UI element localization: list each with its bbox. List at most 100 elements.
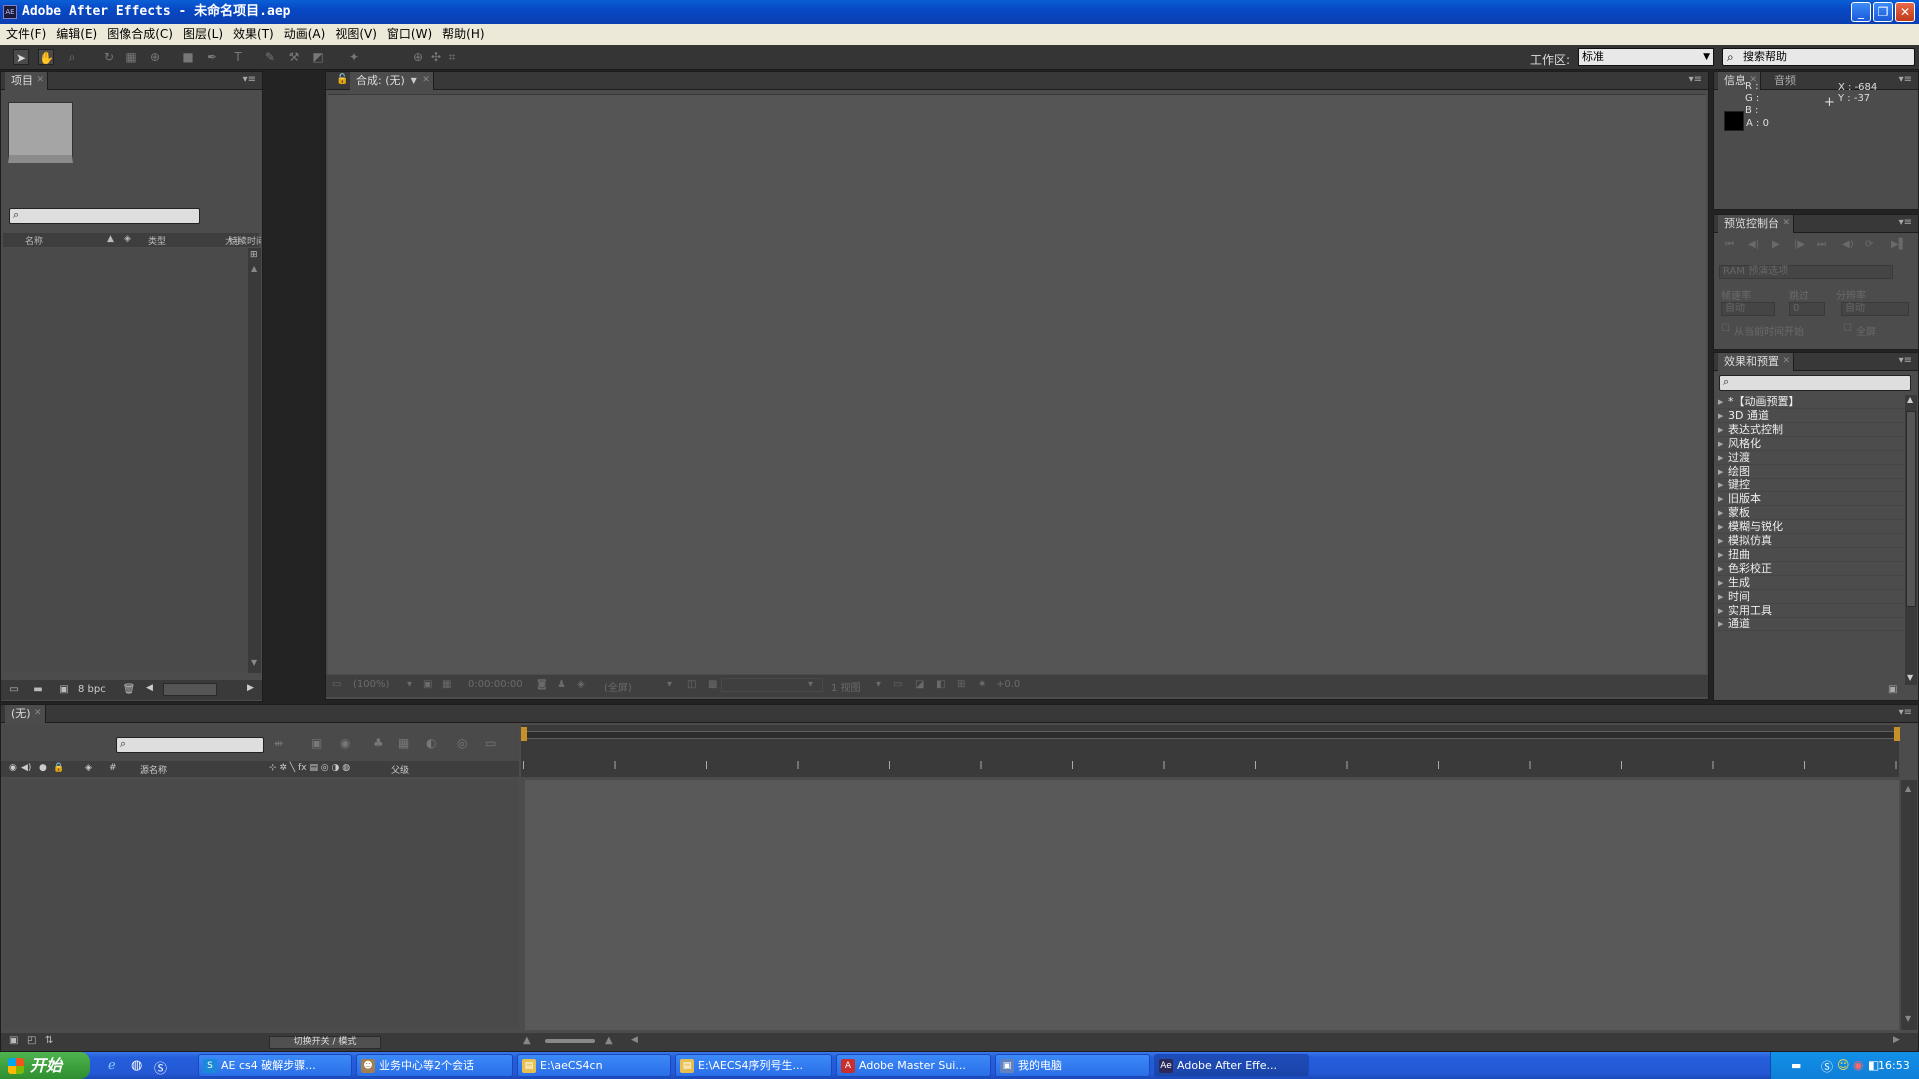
chevron-down-icon[interactable]: ▾ [667, 679, 672, 690]
loop-icon[interactable]: ⟳ [1865, 239, 1873, 250]
effects-category-item[interactable]: 色彩校正 [1716, 562, 1904, 576]
live-update-icon[interactable]: ▣ [311, 736, 322, 750]
exposure-icon[interactable]: ✷ [978, 679, 986, 690]
panel-menu-icon[interactable]: ▾≡ [1899, 74, 1912, 85]
column-source-name[interactable]: 源名称 [140, 763, 167, 776]
region-of-interest-icon[interactable]: ◫ [687, 679, 696, 690]
panel-menu-icon[interactable]: ▾≡ [1689, 74, 1702, 85]
effects-category-item[interactable]: 时间 [1716, 590, 1904, 604]
flowchart-icon[interactable]: ⊞ [250, 250, 258, 260]
effects-category-item[interactable]: 表达式控制 [1716, 423, 1904, 437]
view-axis-icon[interactable]: ⌗ [444, 49, 460, 65]
scroll-up-icon[interactable]: ▲ [1907, 395, 1913, 404]
axis-mode-icon[interactable]: ⊕ [410, 49, 426, 65]
effects-category-item[interactable]: 通道 [1716, 617, 1904, 632]
new-folder-icon[interactable]: ▬ [31, 683, 45, 696]
lock-icon[interactable]: 🔒 [53, 763, 64, 773]
scroll-down-icon[interactable]: ▼ [1905, 1014, 1911, 1023]
tab-preview[interactable]: 预览控制台 ✕ [1718, 215, 1794, 233]
taskbar-window-button[interactable]: ▤ E:\aeCS4cn [517, 1054, 671, 1077]
effects-category-item[interactable]: 扭曲 [1716, 548, 1904, 562]
label-tag-icon[interactable]: ◈ [85, 763, 92, 773]
full-screen-checkbox[interactable]: ☐ [1843, 323, 1852, 334]
clone-stamp-tool-icon[interactable]: ⚒ [286, 49, 302, 65]
close-icon[interactable]: ✕ [1782, 215, 1790, 232]
skip-dropdown[interactable]: 0 [1789, 302, 1825, 316]
first-frame-icon[interactable]: ⏮ [1725, 239, 1734, 250]
last-frame-icon[interactable]: ⏭ [1817, 239, 1826, 250]
layer-switches-icon[interactable]: ▣ [9, 1035, 18, 1046]
eraser-tool-icon[interactable]: ◩ [310, 49, 326, 65]
previous-frame-icon[interactable]: ◀| [1748, 239, 1759, 250]
show-snapshot-icon[interactable]: ♟ [557, 679, 566, 690]
composition-viewer[interactable] [328, 94, 1706, 674]
frame-blending-icon[interactable]: ▦ [398, 736, 409, 750]
effects-category-item[interactable]: 模拟仿真 [1716, 534, 1904, 548]
zoom-in-icon[interactable]: ▲ [605, 1035, 613, 1046]
snapshot-camera-icon[interactable]: ◙ [537, 679, 547, 690]
view-layout-value[interactable]: 1 视图 [831, 679, 861, 694]
resolution-dropdown[interactable]: 自动 [1841, 302, 1909, 316]
zoom-tool-icon[interactable]: ⌕ [64, 49, 80, 65]
menu-layer[interactable]: 图层(L) [181, 24, 231, 45]
text-tool-icon[interactable]: T [230, 49, 246, 65]
scroll-right-icon[interactable]: ▶ [1893, 1035, 1900, 1045]
timeline-scrollbar[interactable]: ▲ ▼ [1901, 780, 1917, 1030]
fast-previews-icon[interactable]: ◪ [915, 679, 924, 690]
resolution-value[interactable]: (全屏) [604, 679, 632, 694]
help-search-input[interactable]: ⌕ 搜索帮助 [1722, 48, 1915, 66]
flowchart-icon[interactable]: ⊞ [957, 679, 965, 690]
hand-tool-icon[interactable]: ✋ [38, 49, 54, 65]
effects-search-input[interactable] [1719, 375, 1911, 391]
chevron-down-icon[interactable]: ▾ [407, 679, 412, 690]
project-scrollbar[interactable]: ⊞ ▲ ▼ [248, 248, 261, 673]
restore-button[interactable]: ❐ [1873, 2, 1893, 22]
zoom-out-icon[interactable]: ▲ [523, 1035, 531, 1046]
close-button[interactable]: ✕ [1895, 2, 1915, 22]
switches-icons[interactable]: ⊹ ✲ ╲ fx ▤ ◎ ◑ ◍ [269, 763, 350, 773]
lock-icon[interactable]: 🔓 [336, 74, 348, 85]
effects-category-item[interactable]: 旧版本 [1716, 492, 1904, 507]
effects-category-item[interactable]: 过渡 [1716, 451, 1904, 465]
menu-help[interactable]: 帮助(H) [440, 24, 492, 45]
project-search-input[interactable] [9, 208, 200, 224]
tab-timeline[interactable]: (无) ✕ [5, 705, 46, 723]
new-preset-icon[interactable]: ▣ [1888, 684, 1897, 695]
ram-preview-options-dropdown[interactable]: RAM 预演选项 [1719, 265, 1893, 279]
effects-category-item[interactable]: 模糊与锐化 [1716, 520, 1904, 535]
skype-tray-icon[interactable]: Ⓢ [1821, 1058, 1833, 1075]
menu-animation[interactable]: 动画(A) [282, 24, 334, 45]
timeline-icon[interactable]: ◧ [936, 679, 945, 690]
work-area-bar[interactable] [523, 731, 1897, 739]
effects-category-item[interactable]: 实用工具 [1716, 604, 1904, 618]
tab-project[interactable]: 项目 ✕ [5, 72, 48, 90]
rectangle-tool-icon[interactable]: ■ [180, 49, 196, 65]
time-ruler[interactable] [521, 725, 1900, 777]
panel-menu-icon[interactable]: ▾≡ [1899, 707, 1912, 718]
effects-category-item[interactable]: 3D 通道 [1716, 409, 1904, 423]
project-item-list[interactable] [3, 248, 248, 673]
selection-tool-icon[interactable]: ➤ [13, 49, 29, 65]
pen-tool-icon[interactable]: ✒ [204, 49, 220, 65]
timeline-layer-list[interactable] [3, 780, 518, 1028]
tab-audio[interactable]: 音频 [1768, 72, 1810, 90]
timeline-search-input[interactable] [116, 737, 264, 753]
world-axis-icon[interactable]: ✣ [428, 49, 444, 65]
work-area-end-handle[interactable] [1894, 727, 1900, 741]
trash-icon[interactable]: 🗑 [122, 683, 136, 696]
chevron-down-icon[interactable]: ▾ [876, 679, 881, 690]
column-number[interactable]: # [109, 763, 117, 773]
camera-tool-icon[interactable]: ▦ [123, 49, 139, 65]
sort-arrow-icon[interactable]: ▲ [107, 234, 114, 244]
qq-icon[interactable]: ☺ [1837, 1058, 1850, 1072]
column-duration[interactable]: 持续时间 [229, 234, 261, 247]
graph-editor-icon[interactable]: ▭ [485, 736, 496, 750]
taskbar-window-button[interactable]: ▣ 我的电脑 [995, 1054, 1150, 1077]
exposure-value[interactable]: +0.0 [996, 679, 1020, 690]
video-toggle-icon[interactable]: ◉ [9, 763, 17, 773]
panel-menu-icon[interactable]: ▾≡ [1899, 355, 1912, 366]
menu-composition[interactable]: 图像合成(C) [105, 24, 181, 45]
label-tag-icon[interactable]: ◈ [124, 234, 131, 244]
safe-margins-icon[interactable]: ▣ [423, 679, 432, 690]
brush-tool-icon[interactable]: ✎ [262, 49, 278, 65]
